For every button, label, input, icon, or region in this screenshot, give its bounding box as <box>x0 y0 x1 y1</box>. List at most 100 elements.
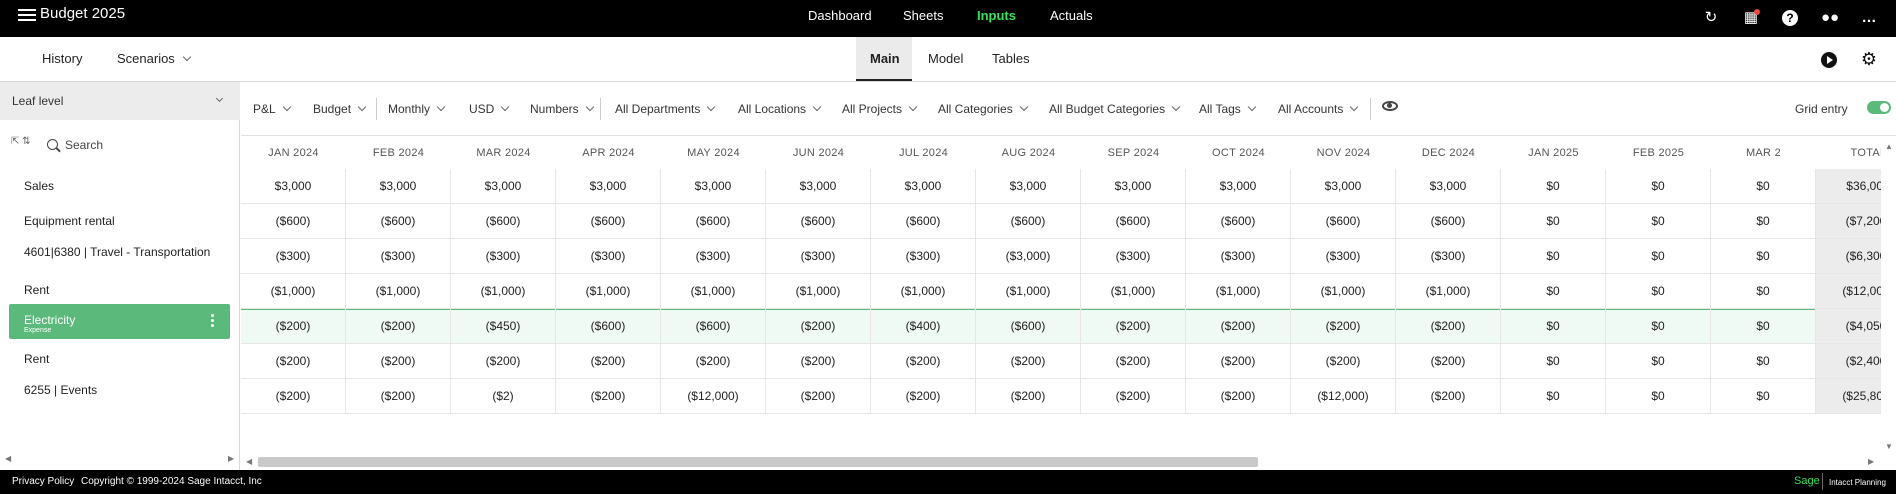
scroll-right-icon[interactable]: ▶ <box>1868 457 1874 466</box>
grid-cell[interactable]: ($200) <box>241 344 346 379</box>
grid-cell[interactable]: $3,000 <box>1081 169 1186 204</box>
grid-cell[interactable]: $3,000 <box>241 169 346 204</box>
grid-cell[interactable]: ($300) <box>346 239 451 274</box>
grid-cell[interactable]: ($200) <box>346 309 451 344</box>
scroll-left-icon[interactable]: ◀ <box>5 454 11 463</box>
grid-cell[interactable]: ($600) <box>871 204 976 239</box>
grid-cell[interactable]: ($200) <box>976 344 1081 379</box>
tab-main[interactable]: Main <box>856 37 912 81</box>
expand-collapse-icon[interactable]: ⇱ ⇅ <box>11 137 31 147</box>
grid-cell[interactable]: ($600) <box>976 204 1081 239</box>
grid-cell[interactable]: ($200) <box>241 379 346 414</box>
grid-cell[interactable]: ($200) <box>556 379 661 414</box>
nav-dashboard[interactable]: Dashboard <box>808 8 872 23</box>
grid-cell[interactable]: ($3,000) <box>976 239 1081 274</box>
grid-cell[interactable]: $0 <box>1501 344 1606 379</box>
grid-cell[interactable]: ($12,000) <box>1291 379 1396 414</box>
grid-cell[interactable]: $0 <box>1501 239 1606 274</box>
grid-cell[interactable]: $0 <box>1606 344 1711 379</box>
more-icon[interactable]: … <box>1859 8 1879 28</box>
grid-cell[interactable]: ($200) <box>1081 379 1186 414</box>
grid-cell[interactable]: $0 <box>1606 274 1711 309</box>
grid-cell[interactable]: ($2) <box>451 379 556 414</box>
grid-cell[interactable]: ($200) <box>871 379 976 414</box>
grid-cell[interactable]: ($1,000) <box>871 274 976 309</box>
help-icon[interactable]: ? <box>1780 8 1800 28</box>
scroll-up-icon[interactable]: ▲ <box>1885 142 1893 151</box>
grid-cell[interactable]: ($1,000) <box>1186 274 1291 309</box>
grid-cell[interactable]: $0 <box>1606 204 1711 239</box>
grid-cell[interactable]: $0 <box>1501 274 1606 309</box>
grid-cell[interactable]: ($300) <box>766 239 871 274</box>
grid-cell[interactable]: $3,000 <box>1291 169 1396 204</box>
horizontal-scrollbar[interactable]: ◀ ▶ <box>241 456 1881 468</box>
nav-inputs[interactable]: Inputs <box>977 8 1016 23</box>
grid-cell[interactable]: ($1,000) <box>1396 274 1501 309</box>
grid-cell[interactable]: ($1,000) <box>1081 274 1186 309</box>
scroll-down-icon[interactable]: ▼ <box>1885 442 1893 451</box>
grid-cell[interactable]: $0 <box>1606 169 1711 204</box>
grid-cell[interactable]: ($200) <box>1396 379 1501 414</box>
sidebar-row-equipment-rental[interactable]: Equipment rental <box>24 214 115 228</box>
grid-cell[interactable]: ($200) <box>346 379 451 414</box>
grid-cell[interactable]: $3,000 <box>346 169 451 204</box>
grid-cell[interactable]: ($200) <box>766 344 871 379</box>
grid-cell[interactable]: ($200) <box>976 379 1081 414</box>
filter-categories[interactable]: All Categories <box>938 102 1028 116</box>
grid-cell[interactable]: ($300) <box>556 239 661 274</box>
grid-cell[interactable]: $0 <box>1501 379 1606 414</box>
grid-cell[interactable]: ($200) <box>1396 309 1501 344</box>
grid-cell[interactable]: ($600) <box>1396 204 1501 239</box>
grid-entry-toggle[interactable] <box>1867 101 1891 114</box>
menu-icon[interactable] <box>18 6 36 24</box>
grid-cell[interactable]: ($300) <box>661 239 766 274</box>
level-dropdown[interactable]: Leaf level <box>0 82 240 120</box>
grid-cell[interactable]: ($300) <box>871 239 976 274</box>
grid-cell[interactable]: ($200) <box>1396 344 1501 379</box>
vertical-scrollbar[interactable]: ▲ ▼ <box>1882 137 1896 457</box>
grid-cell[interactable]: ($450) <box>451 309 556 344</box>
grid-cell[interactable]: ($1,000) <box>346 274 451 309</box>
refresh-icon[interactable]: ↻ <box>1701 8 1721 28</box>
grid-cell[interactable]: ($200) <box>1291 344 1396 379</box>
grid-cell[interactable]: ($1,000) <box>556 274 661 309</box>
grid-cell[interactable]: ($1,000) <box>451 274 556 309</box>
scenarios-dropdown[interactable]: Scenarios <box>117 51 192 66</box>
grid-cell[interactable]: $0 <box>1711 309 1816 344</box>
grid-cell[interactable]: $3,000 <box>976 169 1081 204</box>
grid-cell[interactable]: $0 <box>1711 274 1816 309</box>
grid-cell[interactable]: $0 <box>1606 309 1711 344</box>
grid-cell[interactable]: ($200) <box>1186 309 1291 344</box>
grid-cell[interactable]: ($600) <box>346 204 451 239</box>
grid-cell[interactable]: ($600) <box>556 204 661 239</box>
grid-cell[interactable]: ($1,000) <box>1291 274 1396 309</box>
search-input[interactable]: Search <box>65 138 103 152</box>
nav-actuals[interactable]: Actuals <box>1050 8 1093 23</box>
grid-cell[interactable]: ($1,000) <box>661 274 766 309</box>
filter-tags[interactable]: All Tags <box>1199 102 1257 116</box>
grid-cell[interactable]: ($300) <box>1186 239 1291 274</box>
filter-format[interactable]: Numbers <box>530 102 594 116</box>
grid-cell[interactable]: $0 <box>1501 204 1606 239</box>
filter-projects[interactable]: All Projects <box>842 102 918 116</box>
grid-cell[interactable]: $3,000 <box>766 169 871 204</box>
grid-cell[interactable]: ($400) <box>871 309 976 344</box>
grid-cell[interactable]: $3,000 <box>556 169 661 204</box>
scroll-left-icon[interactable]: ◀ <box>246 457 252 466</box>
grid-cell[interactable]: $0 <box>1711 169 1816 204</box>
grid-cell[interactable]: ($200) <box>661 344 766 379</box>
filter-departments[interactable]: All Departments <box>615 102 716 116</box>
grid-cell[interactable]: ($200) <box>766 309 871 344</box>
filter-currency[interactable]: USD <box>469 102 510 116</box>
sidebar-row-travel[interactable]: 4601|6380 | Travel - Transportation <box>24 245 210 259</box>
grid-cell[interactable]: $3,000 <box>871 169 976 204</box>
sidebar-row-sales[interactable]: Sales <box>24 179 54 193</box>
grid-cell[interactable]: $3,000 <box>661 169 766 204</box>
grid-cell[interactable]: ($200) <box>346 344 451 379</box>
grid-cell[interactable]: $0 <box>1606 239 1711 274</box>
grid-cell[interactable]: $0 <box>1711 344 1816 379</box>
eye-icon[interactable] <box>1382 101 1398 111</box>
gear-icon[interactable]: ⚙ <box>1859 49 1879 69</box>
grid-cell[interactable]: $0 <box>1501 169 1606 204</box>
grid-cell[interactable]: ($200) <box>1081 309 1186 344</box>
